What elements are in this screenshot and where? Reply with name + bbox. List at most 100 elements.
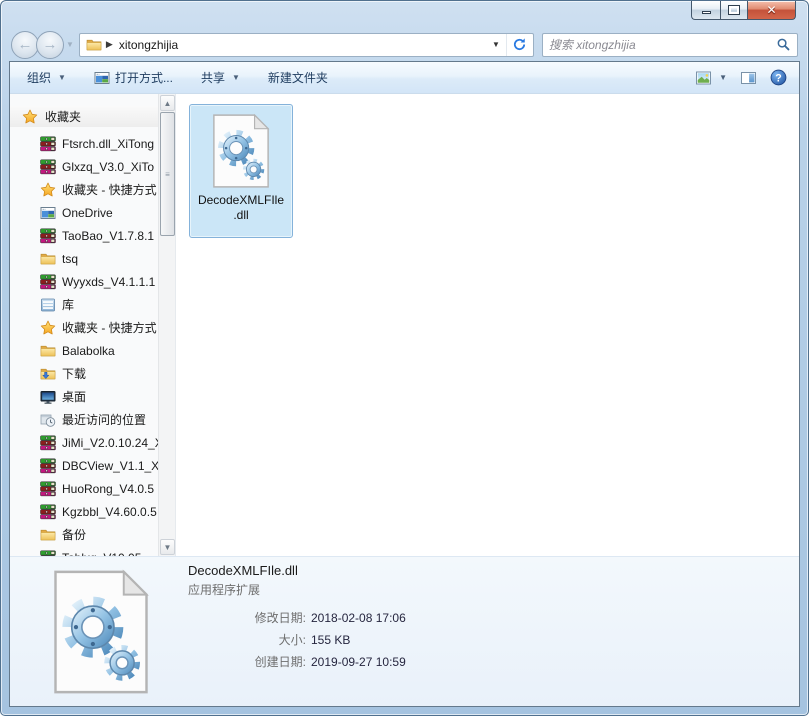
sidebar-scrollbar[interactable]: ▲ ≡ ▼ — [158, 94, 175, 556]
details-file-type: 应用程序扩展 — [188, 583, 261, 597]
organize-button[interactable]: 组织 ▼ — [20, 64, 73, 91]
sidebar-item[interactable]: 桌面 — [10, 385, 175, 408]
navigation-pane: 收藏夹 Ftsrch.dll_XiTong Glxzq_V3.0_XiTo 收藏… — [10, 94, 176, 556]
refresh-button[interactable] — [505, 33, 533, 56]
sidebar-item-label: TaoBao_V1.7.8.1 — [62, 228, 155, 243]
open-with-button[interactable]: 打开方式... — [87, 64, 180, 91]
sidebar-item-label: Glxzq_V3.0_XiTo — [62, 159, 155, 174]
sidebar-item[interactable]: HuoRong_V4.0.5 — [10, 477, 175, 500]
star-icon — [22, 109, 38, 125]
breadcrumb-path[interactable]: xitongzhijia — [119, 38, 486, 52]
scrollbar-thumb[interactable]: ≡ — [160, 112, 175, 236]
sidebar-item[interactable]: Tablxq_V10.05 — [10, 546, 175, 556]
libraries-icon — [40, 297, 56, 313]
folder-icon — [40, 343, 56, 359]
file-item-label: DecodeXMLFIle .dll — [197, 193, 285, 222]
sidebar-header-favorites[interactable]: 收藏夹 — [10, 106, 175, 127]
preview-pane-icon — [740, 70, 757, 86]
rar-icon — [40, 481, 56, 497]
open-with-label: 打开方式... — [114, 71, 173, 85]
rar-icon — [40, 136, 56, 152]
sidebar-item[interactable]: tsq — [10, 247, 175, 270]
address-bar[interactable]: ▶ xitongzhijia ▼ — [78, 32, 534, 57]
sidebar-item-label: 备份 — [62, 528, 87, 542]
search-box[interactable] — [541, 32, 798, 57]
sidebar-item[interactable]: Ftsrch.dll_XiTong — [10, 132, 175, 155]
sidebar-item-label: JiMi_V2.0.10.24_X — [62, 435, 163, 450]
sidebar-item-label: DBCView_V1.1_X — [62, 458, 160, 473]
sidebar-item[interactable]: Kgzbbl_V4.60.0.5 — [10, 500, 175, 523]
sidebar-item[interactable]: 下载 — [10, 362, 175, 385]
sidebar-item-label: 桌面 — [62, 390, 87, 404]
share-caret-icon: ▼ — [231, 73, 240, 82]
sidebar-item[interactable]: Wyyxds_V4.1.1.1 — [10, 270, 175, 293]
details-property-label: 修改日期: — [254, 611, 306, 625]
new-folder-button[interactable]: 新建文件夹 — [261, 64, 335, 91]
sidebar-item[interactable]: JiMi_V2.0.10.24_X — [10, 431, 175, 454]
rar-icon — [40, 504, 56, 520]
dll-file-icon — [210, 112, 272, 190]
sidebar-item[interactable]: OneDrive — [10, 201, 175, 224]
title-bar[interactable]: ✕ — [9, 1, 800, 31]
rar-icon — [40, 159, 56, 175]
sidebar-item-label: tsq — [62, 251, 79, 266]
favorites-label: 收藏夹 — [45, 110, 82, 124]
breadcrumb-separator-icon: ▶ — [105, 39, 113, 49]
preview-pane-button[interactable] — [738, 67, 759, 89]
sidebar-item[interactable]: 最近访问的位置 — [10, 408, 175, 431]
recent-icon — [40, 412, 56, 428]
maximize-button[interactable] — [720, 1, 747, 20]
sidebar-item[interactable]: DBCView_V1.1_X — [10, 454, 175, 477]
desktop-icon — [40, 389, 56, 405]
search-icon[interactable] — [776, 37, 791, 52]
sidebar-item-label: HuoRong_V4.0.5 — [62, 481, 155, 496]
details-pane: DecodeXMLFIle.dll 应用程序扩展 修改日期: 2018-02-0… — [10, 556, 799, 706]
sidebar-item[interactable]: TaoBao_V1.7.8.1 — [10, 224, 175, 247]
file-list-area[interactable]: DecodeXMLFIle .dll — [176, 94, 799, 556]
help-button[interactable] — [768, 66, 789, 89]
details-property-label: 创建日期: — [254, 655, 306, 669]
help-icon — [770, 69, 787, 86]
scroll-up-icon[interactable]: ▲ — [160, 95, 175, 111]
sidebar-item-label: 库 — [62, 298, 75, 312]
star-icon — [40, 182, 56, 198]
folder-icon — [40, 527, 56, 543]
rar-icon — [40, 274, 56, 290]
sidebar-item-label: OneDrive — [62, 205, 113, 220]
close-icon: ✕ — [766, 3, 777, 17]
address-dropdown-icon[interactable]: ▼ — [486, 40, 506, 49]
sidebar-item-label: 下载 — [62, 367, 87, 381]
sidebar-item-label: 收藏夹 - 快捷方式 — [62, 183, 157, 197]
folder-icon — [40, 251, 56, 267]
file-item-selected[interactable]: DecodeXMLFIle .dll — [189, 104, 293, 238]
change-view-button[interactable]: ▼ — [693, 67, 729, 89]
sidebar-item[interactable]: 收藏夹 - 快捷方式 — [10, 316, 175, 339]
sidebar-item[interactable]: 收藏夹 - 快捷方式 — [10, 178, 175, 201]
scroll-down-icon[interactable]: ▼ — [160, 539, 175, 555]
back-button[interactable]: ← — [11, 30, 39, 59]
rar-icon — [40, 435, 56, 451]
maximize-icon — [728, 5, 740, 15]
organize-label: 组织 — [27, 71, 52, 85]
share-label: 共享 — [200, 71, 225, 85]
sidebar-item[interactable]: 备份 — [10, 523, 175, 546]
sidebar-item[interactable]: Glxzq_V3.0_XiTo — [10, 155, 175, 178]
search-input[interactable] — [548, 37, 776, 52]
sidebar-item[interactable]: Balabolka — [10, 339, 175, 362]
folder-download-icon — [40, 366, 56, 382]
forward-arrow-icon: → — [42, 36, 58, 53]
details-property-value: 2019-09-27 10:59 — [311, 655, 406, 669]
close-button[interactable]: ✕ — [747, 1, 796, 20]
share-button[interactable]: 共享 ▼ — [194, 64, 247, 91]
scrollbar-grip-icon: ≡ — [165, 169, 170, 179]
minimize-button[interactable] — [691, 1, 720, 20]
sidebar-item[interactable]: 库 — [10, 293, 175, 316]
details-dll-file-icon — [49, 562, 153, 702]
details-property-value: 2018-02-08 17:06 — [311, 611, 406, 625]
rar-icon — [40, 228, 56, 244]
caption-buttons: ✕ — [691, 1, 796, 20]
recent-pages-chevron[interactable]: ▼ — [66, 40, 74, 49]
sidebar-item-label: Kgzbbl_V4.60.0.5 — [62, 504, 157, 519]
sidebar-item-label: Wyyxds_V4.1.1.1 — [62, 274, 156, 289]
forward-button[interactable]: → — [36, 30, 64, 59]
